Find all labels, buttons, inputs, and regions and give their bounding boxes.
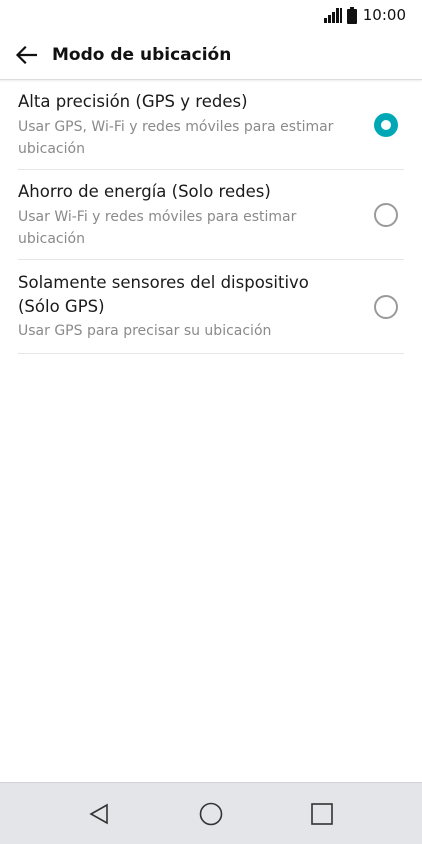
option-high-accuracy[interactable]: Alta precisión (GPS y redes) Usar GPS, W… xyxy=(18,80,404,170)
nav-home-icon xyxy=(199,802,223,826)
nav-back-icon xyxy=(89,803,108,825)
option-battery-saving[interactable]: Ahorro de energía (Solo redes) Usar Wi-F… xyxy=(18,170,404,260)
nav-recents-button[interactable] xyxy=(305,797,339,831)
radio-button-selected[interactable] xyxy=(374,113,398,137)
back-arrow-icon xyxy=(15,46,37,64)
option-title: Solamente sensores del dispositivo (Sólo… xyxy=(18,273,309,316)
option-title: Alta precisión (GPS y redes) xyxy=(18,92,248,111)
option-text: Ahorro de energía (Solo redes) Usar Wi-F… xyxy=(18,180,404,250)
battery-icon xyxy=(346,6,357,24)
radio-button[interactable] xyxy=(374,295,398,319)
option-title: Ahorro de energía (Solo redes) xyxy=(18,182,271,201)
option-text: Alta precisión (GPS y redes) Usar GPS, W… xyxy=(18,90,404,160)
screen: 10:00 Modo de ubicación Alta precisión (… xyxy=(0,0,422,844)
nav-back-button[interactable] xyxy=(82,797,116,831)
option-device-only[interactable]: Solamente sensores del dispositivo (Sólo… xyxy=(18,260,404,354)
nav-home-button[interactable] xyxy=(194,797,228,831)
nav-recents-icon xyxy=(311,803,333,825)
option-text: Solamente sensores del dispositivo (Sólo… xyxy=(18,271,404,342)
location-mode-list: Alta precisión (GPS y redes) Usar GPS, W… xyxy=(0,80,422,354)
option-summary: Usar GPS para precisar su ubicación xyxy=(18,323,272,339)
page-title: Modo de ubicación xyxy=(52,45,232,65)
radio-button[interactable] xyxy=(374,203,398,227)
app-bar: Modo de ubicación xyxy=(0,30,422,80)
signal-icon xyxy=(323,8,342,23)
status-icons: 10:00 xyxy=(323,6,406,24)
option-summary: Usar GPS, Wi-Fi y redes móviles para est… xyxy=(18,119,334,157)
status-bar: 10:00 xyxy=(0,0,422,30)
option-summary: Usar Wi-Fi y redes móviles para estimar … xyxy=(18,209,297,247)
navigation-bar xyxy=(0,782,422,844)
clock: 10:00 xyxy=(362,6,406,24)
back-button[interactable] xyxy=(10,40,42,70)
